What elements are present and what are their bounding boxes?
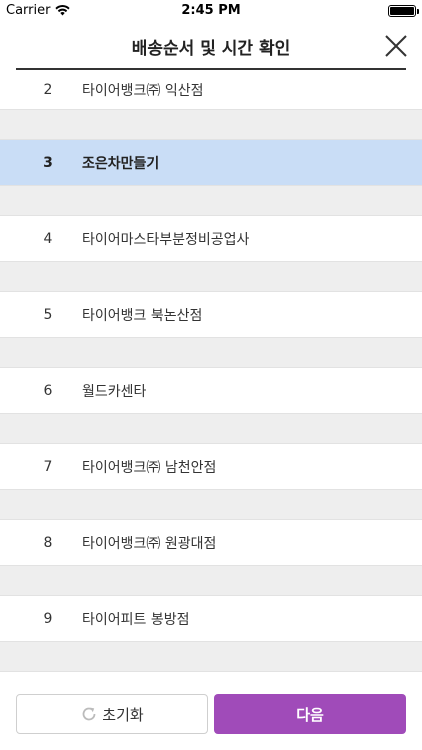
list-spacer	[0, 110, 422, 140]
item-name: 타이어마스타부분정비공업사	[82, 231, 250, 248]
page-title: 배송순서 및 시간 확인	[131, 39, 291, 59]
item-name: 타이어피트 봉방점	[82, 611, 190, 628]
list-item[interactable]: 4 타이어마스타부분정비공업사	[0, 216, 422, 262]
header: 배송순서 및 시간 확인	[0, 22, 422, 70]
list-item-selected[interactable]: 3 조은차만들기	[0, 140, 422, 186]
next-label: 다음	[296, 705, 324, 724]
item-name: 타이어뱅크㈜ 원광대점	[82, 535, 217, 552]
list-spacer	[0, 642, 422, 672]
refresh-icon	[82, 707, 96, 721]
bottom-action-bar: 초기화 다음	[0, 682, 422, 750]
close-icon	[385, 35, 407, 57]
next-button[interactable]: 다음	[214, 694, 406, 734]
item-name: 타이어뱅크㈜ 익산점	[82, 82, 204, 99]
list-spacer	[0, 262, 422, 292]
delivery-order-list: 2 타이어뱅크㈜ 익산점 3 조은차만들기 4 타이어마스타부분정비공업사 5 …	[0, 70, 422, 682]
item-name: 타이어뱅크㈜ 남천안점	[82, 459, 217, 476]
item-name: 타이어뱅크 북논산점	[82, 307, 203, 324]
battery-icon	[388, 5, 419, 17]
item-name: 월드카센타	[82, 383, 147, 400]
reset-label: 초기화	[102, 705, 144, 724]
list-item[interactable]: 6 월드카센타	[0, 368, 422, 414]
reset-button[interactable]: 초기화	[16, 694, 208, 734]
list-item[interactable]: 9 타이어피트 봉방점	[0, 596, 422, 642]
item-name: 조은차만들기	[82, 155, 160, 172]
list-item[interactable]: 7 타이어뱅크㈜ 남천안점	[0, 444, 422, 490]
list-spacer	[0, 490, 422, 520]
status-bar: Carrier 2:45 PM	[0, 0, 422, 22]
status-time: 2:45 PM	[181, 3, 241, 18]
list-spacer	[0, 338, 422, 368]
list-item[interactable]: 2 타이어뱅크㈜ 익산점	[0, 70, 422, 110]
close-button[interactable]	[384, 34, 408, 58]
list-spacer	[0, 414, 422, 444]
list-item[interactable]: 5 타이어뱅크 북논산점	[0, 292, 422, 338]
list-spacer	[0, 186, 422, 216]
list-item[interactable]: 8 타이어뱅크㈜ 원광대점	[0, 520, 422, 566]
list-spacer	[0, 566, 422, 596]
